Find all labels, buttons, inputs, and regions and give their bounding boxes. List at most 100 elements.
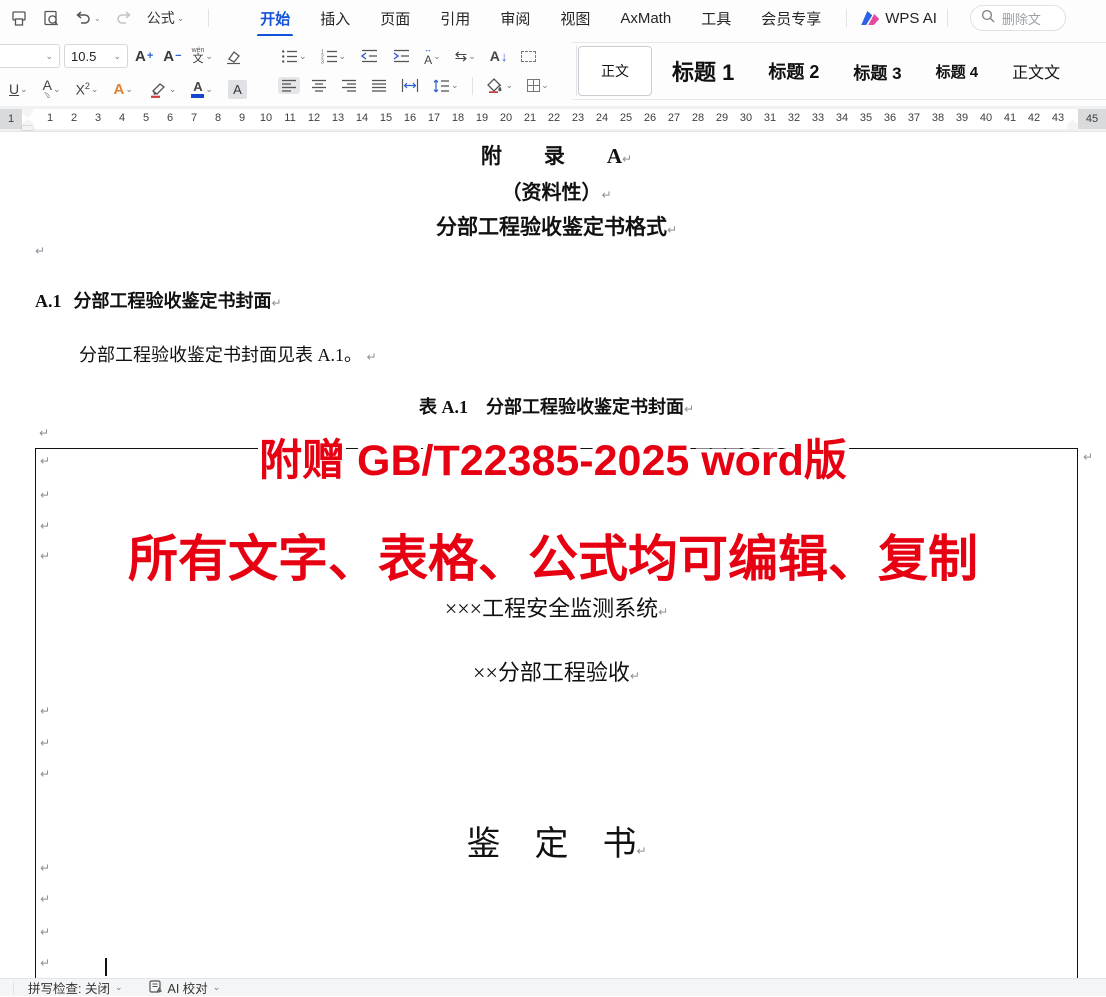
divider bbox=[208, 9, 209, 27]
menu-tab-review[interactable]: 审阅 bbox=[485, 1, 545, 36]
style-item[interactable]: 标题 4 bbox=[922, 46, 993, 96]
formula-label: 公式 bbox=[147, 8, 175, 28]
text-effects-button[interactable]: A⌄ bbox=[110, 79, 135, 100]
paragraph-mark: ↵ bbox=[40, 519, 50, 533]
decrease-indent-button[interactable] bbox=[357, 47, 381, 65]
distribute-button[interactable] bbox=[398, 77, 422, 94]
style-gallery: 正文标题 1标题 2标题 3标题 4正文文 bbox=[572, 42, 1106, 100]
ruler-number: 9 bbox=[239, 112, 245, 124]
decrease-font-button[interactable]: A− bbox=[160, 46, 184, 67]
bullet-list-icon bbox=[281, 49, 298, 64]
wps-ai-logo-icon bbox=[861, 11, 879, 25]
increase-font-button[interactable]: A+ bbox=[132, 46, 156, 67]
ruler-number: 20 bbox=[500, 112, 512, 124]
search-input[interactable]: 删除文 bbox=[970, 5, 1066, 31]
numbered-list-icon: 123 bbox=[321, 49, 338, 64]
tab-marks-button[interactable] bbox=[518, 49, 539, 64]
menu-tab-view[interactable]: 视图 bbox=[545, 1, 605, 36]
paragraph-mark: ↵ bbox=[40, 925, 50, 939]
borders-button[interactable]: ⌄ bbox=[524, 77, 552, 94]
ruler-number: 33 bbox=[812, 112, 824, 124]
ruler-number: 3 bbox=[95, 112, 101, 124]
ruler-number: 26 bbox=[644, 112, 656, 124]
char-scale-button[interactable]: ↔A ⌄ bbox=[421, 44, 444, 68]
ruler-number: 16 bbox=[404, 112, 416, 124]
ruler-number: 17 bbox=[428, 112, 440, 124]
divider bbox=[13, 982, 14, 994]
style-item[interactable]: 标题 1 bbox=[658, 46, 748, 96]
document-page[interactable]: 附 录 A↵ （资料性）↵ 分部工程验收鉴定书格式↵ ↵ A.1分部工程验收鉴定… bbox=[0, 132, 1106, 978]
pinyin-guide-button[interactable]: wén文 ⌄ bbox=[189, 45, 216, 67]
font-size-value: 10.5 bbox=[71, 49, 96, 64]
body-paragraph: 分部工程验收鉴定书封面见表 A.1。 ↵ bbox=[79, 341, 1106, 367]
ruler-number: 21 bbox=[524, 112, 536, 124]
clear-format-button[interactable] bbox=[220, 46, 245, 67]
spell-check-status[interactable]: 拼写检查: 关闭⌄ bbox=[28, 978, 123, 997]
justify-button[interactable] bbox=[368, 77, 390, 94]
promo-overlay-line1: 附赠 GB/T22385-2025 word版 附赠 GB/T22385-202… bbox=[0, 438, 1106, 488]
search-placeholder: 删除文 bbox=[1002, 9, 1041, 28]
menu-tab-tools[interactable]: 工具 bbox=[686, 1, 746, 36]
ruler-number: 40 bbox=[980, 112, 992, 124]
paragraph-mark: ↵ bbox=[40, 767, 50, 781]
sort-button[interactable]: A↓ bbox=[487, 46, 511, 66]
undo-caret-icon[interactable]: ⌄ bbox=[94, 14, 101, 23]
align-center-button[interactable] bbox=[308, 77, 330, 94]
print-preview-button[interactable] bbox=[42, 10, 60, 27]
highlight-button[interactable]: ⌄ bbox=[145, 79, 180, 100]
emphasis-mark-button[interactable]: A﹆⌄ bbox=[40, 76, 64, 102]
highlighter-icon bbox=[148, 81, 168, 98]
paragraph-mark: ↵ bbox=[35, 244, 45, 258]
wps-ai-button[interactable]: WPS AI bbox=[861, 10, 937, 27]
style-item[interactable]: 标题 2 bbox=[754, 46, 833, 96]
cover-table[interactable] bbox=[35, 448, 1078, 978]
ruler-number: 4 bbox=[119, 112, 125, 124]
dashed-box-icon bbox=[521, 51, 536, 62]
horizontal-ruler[interactable]: 1 45 12345678910111213141516171819202122… bbox=[0, 106, 1106, 132]
paragraph-mark: ↵ bbox=[40, 704, 50, 718]
increase-indent-button[interactable] bbox=[389, 47, 413, 65]
style-item[interactable]: 标题 3 bbox=[839, 46, 915, 96]
formula-button[interactable]: 公式 ⌄ bbox=[147, 8, 185, 28]
cjk-layout-button[interactable]: ⇆⌄ bbox=[452, 45, 479, 67]
ruler-number: 11 bbox=[284, 112, 295, 124]
align-left-icon bbox=[281, 79, 297, 92]
paragraph-mark: ↵ bbox=[40, 488, 50, 502]
line-spacing-button[interactable]: ⌄ bbox=[430, 77, 462, 95]
ruler-number: 38 bbox=[932, 112, 944, 124]
ruler-number: 19 bbox=[476, 112, 488, 124]
superscript-button[interactable]: X2⌄ bbox=[73, 79, 102, 100]
bullet-list-button[interactable]: ⌄ bbox=[278, 47, 310, 66]
char-shading-button[interactable]: A bbox=[225, 78, 250, 101]
appendix-title: 附 录 A↵ bbox=[35, 140, 1078, 170]
menu-tab-home[interactable]: 开始 bbox=[245, 1, 305, 36]
menu-tab-member[interactable]: 会员专享 bbox=[746, 1, 836, 36]
font-color-button[interactable]: A ⌄ bbox=[188, 78, 216, 100]
table-caption: 表 A.1 分部工程验收鉴定书封面↵ bbox=[35, 393, 1078, 419]
appendix-heading: 分部工程验收鉴定书格式↵ bbox=[35, 211, 1078, 241]
font-name-select[interactable]: ⌄ bbox=[0, 44, 60, 68]
align-left-button[interactable] bbox=[278, 77, 300, 94]
style-item[interactable]: 正文文 bbox=[998, 46, 1074, 96]
align-center-icon bbox=[311, 79, 327, 92]
redo-button[interactable] bbox=[115, 10, 133, 26]
menu-tab-reference[interactable]: 引用 bbox=[425, 1, 485, 36]
undo-button[interactable]: ⌄ bbox=[74, 10, 101, 26]
print-button[interactable] bbox=[10, 10, 28, 27]
align-right-button[interactable] bbox=[338, 77, 360, 94]
ruler-number: 10 bbox=[260, 112, 272, 124]
style-item[interactable]: 正文 bbox=[578, 46, 652, 96]
ai-proofread-button[interactable]: AI 校对⌄ bbox=[149, 978, 221, 997]
left-indent-marker[interactable] bbox=[22, 126, 33, 130]
menu-tab-axmath[interactable]: AxMath bbox=[605, 3, 686, 34]
justify-icon bbox=[371, 79, 387, 92]
paragraph-mark: ↵ bbox=[40, 892, 50, 906]
shading-button[interactable]: ⌄ bbox=[483, 76, 517, 95]
underline-button[interactable]: U⌄ bbox=[6, 79, 31, 99]
formula-caret-icon: ⌄ bbox=[177, 14, 185, 23]
font-size-select[interactable]: 10.5⌄ bbox=[64, 44, 128, 68]
ruler-number: 43 bbox=[1052, 112, 1064, 124]
menu-tab-insert[interactable]: 插入 bbox=[305, 1, 365, 36]
numbered-list-button[interactable]: 123 ⌄ bbox=[318, 47, 350, 66]
menu-tab-page[interactable]: 页面 bbox=[365, 1, 425, 36]
